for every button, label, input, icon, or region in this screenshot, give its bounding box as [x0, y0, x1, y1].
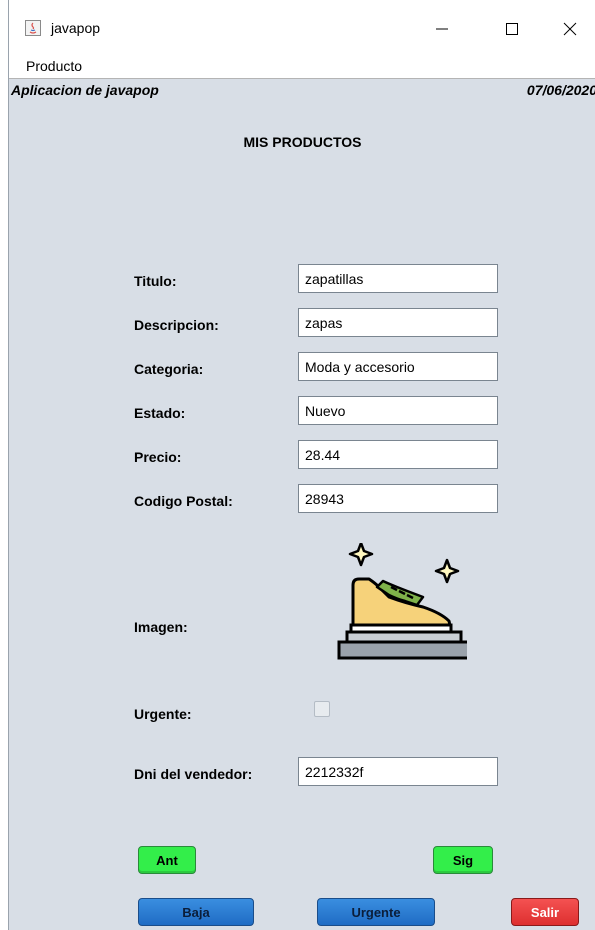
- maximize-button[interactable]: [489, 12, 535, 46]
- page-title: MIS PRODUCTOS: [243, 134, 362, 150]
- title-bar: javapop: [9, 0, 595, 52]
- precio-label: Precio:: [134, 449, 182, 465]
- sig-button[interactable]: Sig: [433, 846, 493, 874]
- salir-button[interactable]: Salir: [511, 898, 579, 926]
- urgente-label: Urgente:: [134, 706, 192, 722]
- menu-item-producto[interactable]: Producto: [26, 58, 82, 74]
- imagen-label: Imagen:: [134, 619, 188, 635]
- codigo-postal-label: Codigo Postal:: [134, 493, 233, 509]
- minimize-icon: [436, 28, 448, 30]
- precio-field[interactable]: 28.44: [298, 440, 498, 469]
- categoria-label: Categoria:: [134, 361, 204, 377]
- maximize-icon: [506, 23, 518, 35]
- baja-button[interactable]: Baja: [138, 898, 254, 926]
- ant-button[interactable]: Ant: [138, 846, 196, 874]
- java-icon: [25, 20, 41, 36]
- titulo-label: Titulo:: [134, 273, 177, 289]
- titulo-field[interactable]: zapatillas: [298, 264, 498, 293]
- urgente-checkbox[interactable]: [314, 701, 330, 717]
- sneaker-icon: [337, 541, 471, 660]
- codigo-postal-field[interactable]: 28943: [298, 484, 498, 513]
- dni-label: Dni del vendedor:: [134, 766, 253, 782]
- dni-field[interactable]: 2212332f: [298, 757, 498, 786]
- descripcion-field[interactable]: zapas: [298, 308, 498, 337]
- close-button[interactable]: [547, 12, 593, 46]
- product-image: [327, 541, 471, 665]
- window-title: javapop: [51, 20, 101, 36]
- urgente-button[interactable]: Urgente: [317, 898, 435, 926]
- descripcion-label: Descripcion:: [134, 317, 219, 333]
- menu-bar: Producto: [9, 52, 595, 79]
- close-icon: [563, 22, 577, 36]
- estado-label: Estado:: [134, 405, 186, 421]
- minimize-button[interactable]: [419, 12, 465, 46]
- estado-field[interactable]: Nuevo: [298, 396, 498, 425]
- app-window: javapop Producto Aplicacion de javapop 0…: [8, 0, 595, 930]
- date-label: 07/06/2020: [526, 82, 595, 98]
- categoria-field[interactable]: Moda y accesorio: [298, 352, 498, 381]
- app-heading: Aplicacion de javapop: [11, 82, 159, 98]
